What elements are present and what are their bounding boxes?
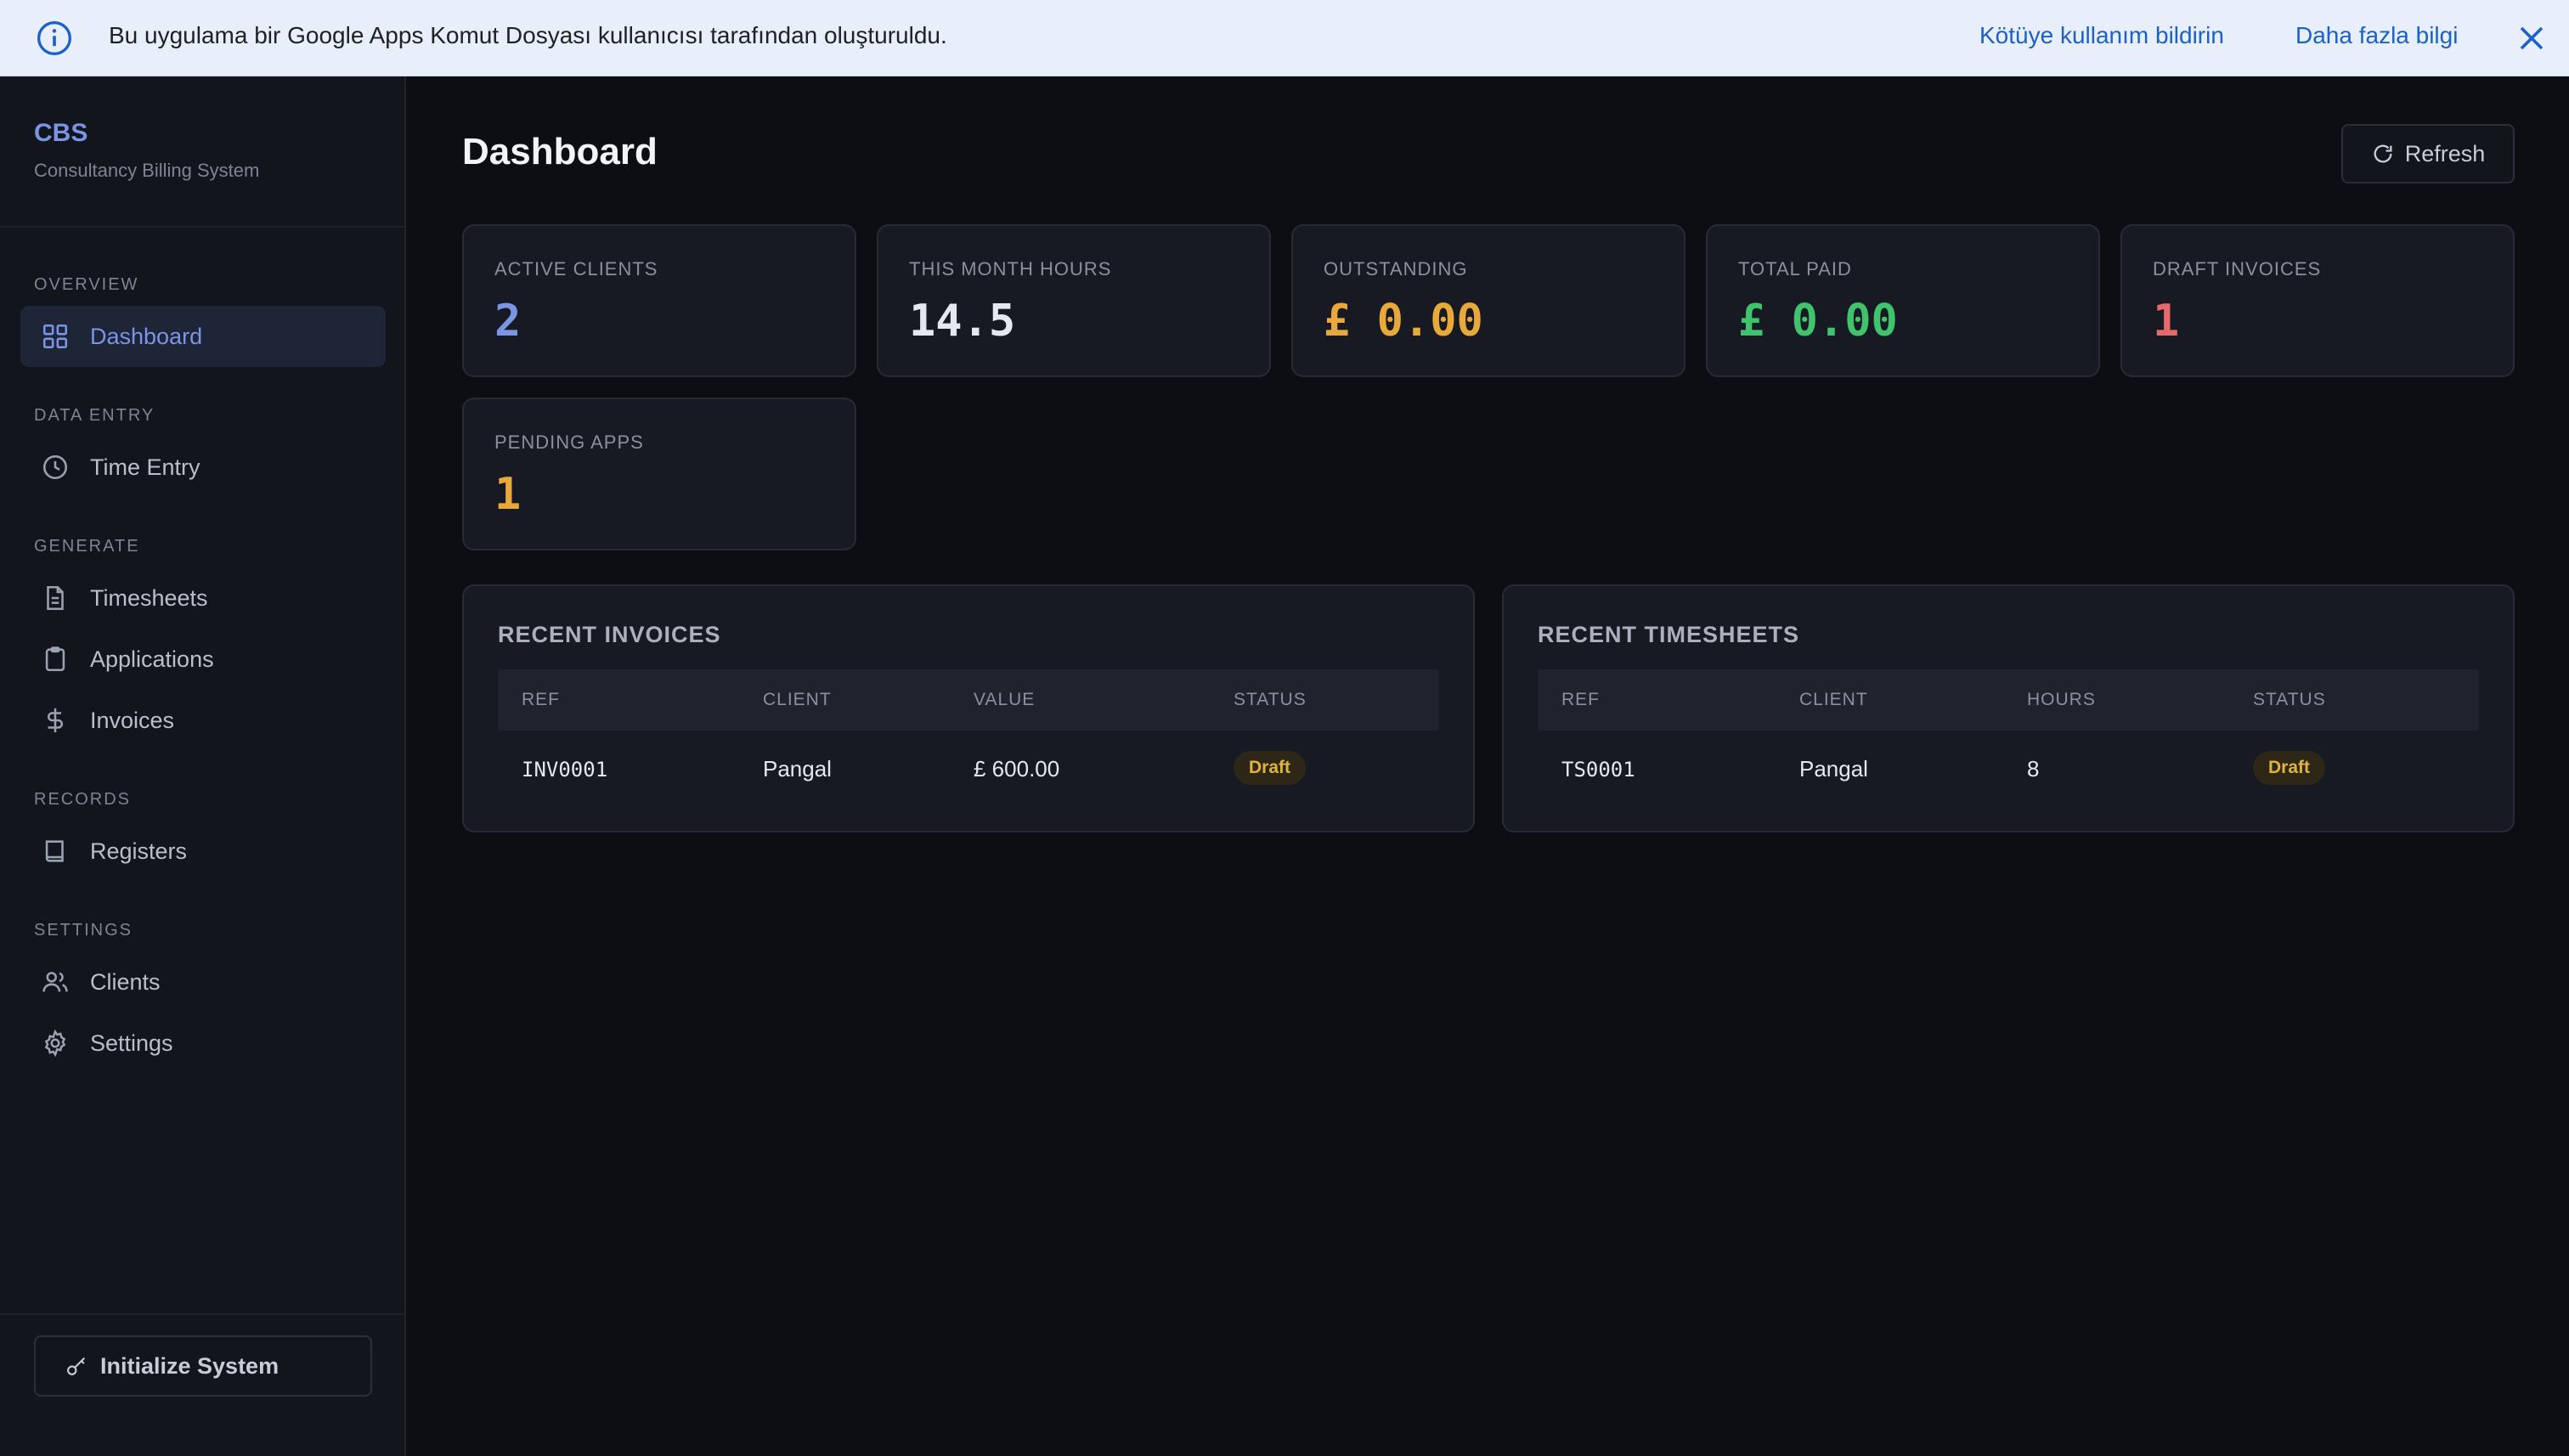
status-badge: Draft (1234, 751, 1307, 785)
stat-label: TOTAL PAID (1738, 258, 1852, 279)
sidebar: CBS Consultancy Billing System OVERVIEW … (0, 76, 406, 1456)
column-header: HOURS (2027, 690, 2096, 709)
page-title: Dashboard (462, 131, 658, 172)
sidebar-item-label: Time Entry (90, 454, 200, 480)
stat-card-total-paid: TOTAL PAID £ 0.00 (1706, 224, 2100, 377)
table-row[interactable]: INV0001 Pangal £ 600.00 Draft (498, 732, 1439, 805)
cell-client: Pangal (1799, 756, 1868, 782)
panel-title: RECENT TIMESHEETS (1538, 622, 1800, 647)
app-shell: CBS Consultancy Billing System OVERVIEW … (0, 76, 2569, 1456)
refresh-label: Refresh (2404, 140, 2486, 166)
column-header: VALUE (974, 690, 1036, 709)
section-label-overview: OVERVIEW (34, 275, 139, 294)
document-icon (47, 585, 64, 611)
cell-client: Pangal (763, 756, 832, 782)
sidebar-item-applications[interactable]: Applications (20, 629, 386, 690)
table-header: REF CLIENT VALUE STATUS (498, 669, 1439, 731)
sidebar-item-label: Clients (90, 968, 161, 995)
gear-icon (44, 1029, 66, 1058)
stat-card-outstanding: OUTSTANDING £ 0.00 (1291, 224, 1685, 377)
info-icon (37, 21, 71, 55)
stat-label: OUTSTANDING (1324, 258, 1468, 279)
stat-value: £ 0.00 (1324, 296, 1483, 347)
cell-hours: 8 (2027, 756, 2040, 782)
initialize-system-label: Initialize System (100, 1352, 279, 1379)
sidebar-bottom-divider (0, 1313, 404, 1315)
users-icon (42, 972, 68, 992)
brand-name: CBS (34, 119, 88, 147)
sidebar-item-settings[interactable]: Settings (20, 1013, 386, 1074)
section-label-data-entry: DATA ENTRY (34, 406, 155, 425)
sidebar-item-dashboard[interactable]: Dashboard (20, 306, 386, 367)
sidebar-item-invoices[interactable]: Invoices (20, 690, 386, 751)
recent-timesheets-panel: RECENT TIMESHEETS REF CLIENT HOURS STATU… (1502, 584, 2515, 832)
stat-label: PENDING APPS (494, 432, 644, 453)
cell-ref: TS0001 (1561, 758, 1635, 782)
stat-label: THIS MONTH HOURS (909, 258, 1112, 279)
report-abuse-link[interactable]: Kötüye kullanım bildirin (1979, 22, 2224, 49)
book-icon (45, 840, 64, 862)
stat-card-active-clients: ACTIVE CLIENTS 2 (462, 224, 856, 377)
sidebar-item-label: Settings (90, 1030, 173, 1056)
sidebar-divider (0, 226, 404, 228)
column-header: CLIENT (1799, 690, 1868, 709)
stat-value: 1 (494, 469, 522, 520)
stat-card-pending-apps: PENDING APPS 1 (462, 398, 856, 550)
cell-ref: INV0001 (522, 758, 608, 782)
cell-value: £ 600.00 (974, 756, 1060, 782)
brand: CBS Consultancy Billing System (34, 119, 259, 182)
column-header: REF (1561, 690, 1600, 709)
stat-value: £ 0.00 (1738, 296, 1898, 347)
key-icon (67, 1357, 86, 1375)
sidebar-item-label: Registers (90, 838, 188, 864)
stat-value: 14.5 (909, 296, 1016, 347)
column-header: STATUS (2253, 690, 2326, 709)
table-header: REF CLIENT HOURS STATUS (1538, 669, 2479, 731)
clipboard-icon (45, 646, 65, 672)
section-label-generate: GENERATE (34, 537, 140, 556)
apps-script-banner: Bu uygulama bir Google Apps Komut Dosyas… (0, 0, 2569, 76)
stat-label: ACTIVE CLIENTS (494, 258, 658, 279)
refresh-button[interactable]: Refresh (2341, 124, 2515, 183)
grid-icon (42, 324, 68, 349)
clock-icon (42, 454, 68, 480)
sidebar-item-timesheets[interactable]: Timesheets (20, 567, 386, 629)
sidebar-item-registers[interactable]: Registers (20, 821, 386, 882)
sidebar-item-clients[interactable]: Clients (20, 951, 386, 1013)
initialize-system-button[interactable]: Initialize System (34, 1335, 372, 1397)
stat-card-month-hours: THIS MONTH HOURS 14.5 (877, 224, 1271, 377)
brand-subtitle: Consultancy Billing System (34, 160, 260, 181)
sidebar-item-label: Dashboard (90, 323, 203, 349)
dollar-icon (47, 708, 64, 733)
main-content: Dashboard Refresh ACTIVE CLIENTS 2 THIS … (406, 76, 2569, 1456)
recent-invoices-panel: RECENT INVOICES REF CLIENT VALUE STATUS … (462, 584, 1475, 832)
column-header: STATUS (1234, 690, 1307, 709)
close-icon[interactable] (2516, 23, 2547, 54)
sidebar-item-label: Applications (90, 646, 214, 672)
status-badge: Draft (2253, 751, 2326, 785)
learn-more-link[interactable]: Daha fazla bilgi (2295, 22, 2458, 49)
sidebar-item-label: Timesheets (90, 584, 208, 611)
panel-title: RECENT INVOICES (498, 622, 721, 647)
stat-card-draft-invoices: DRAFT INVOICES 1 (2120, 224, 2515, 377)
stat-value: 2 (494, 296, 522, 347)
refresh-icon (2374, 144, 2392, 163)
sidebar-item-time-entry[interactable]: Time Entry (20, 437, 386, 498)
stat-value: 1 (2153, 296, 2180, 347)
column-header: REF (522, 690, 560, 709)
table-row[interactable]: TS0001 Pangal 8 Draft (1538, 732, 2479, 805)
banner-message: Bu uygulama bir Google Apps Komut Dosyas… (109, 22, 947, 48)
column-header: CLIENT (763, 690, 832, 709)
stat-label: DRAFT INVOICES (2153, 258, 2322, 279)
section-label-records: RECORDS (34, 790, 132, 809)
sidebar-item-label: Invoices (90, 707, 175, 733)
section-label-settings: SETTINGS (34, 921, 133, 940)
